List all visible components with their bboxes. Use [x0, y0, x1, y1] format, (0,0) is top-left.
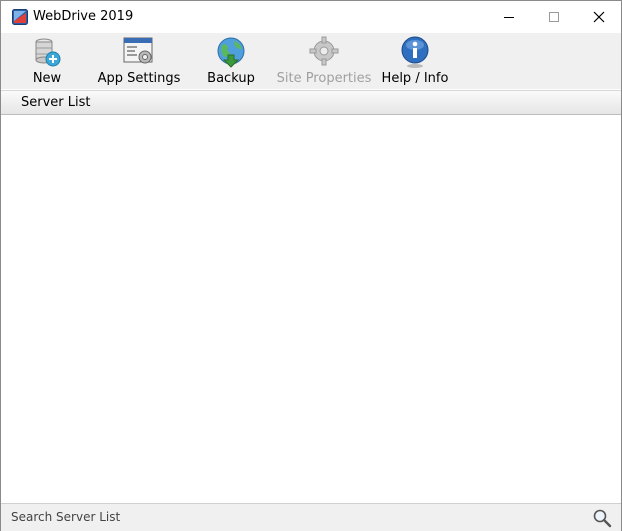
new-button[interactable]: New: [29, 33, 65, 89]
new-label: New: [32, 71, 62, 86]
minimize-icon: [504, 17, 514, 18]
new-server-icon: [35, 38, 61, 67]
server-list-header: Server List: [1, 90, 621, 115]
close-button[interactable]: [576, 1, 622, 33]
toolbar: New App Settings Backup Site Properties …: [1, 33, 621, 89]
help-info-label: Help / Info: [381, 71, 449, 86]
maximize-button[interactable]: [531, 1, 577, 33]
app-settings-label: App Settings: [97, 71, 181, 86]
app-settings-button[interactable]: App Settings: [97, 33, 181, 89]
server-list[interactable]: [1, 115, 621, 503]
app-settings-icon: [123, 37, 153, 64]
help-info-button[interactable]: Help / Info: [381, 33, 449, 89]
site-properties-label: Site Properties: [276, 71, 372, 86]
webdrive-app-icon: [12, 9, 28, 25]
title-bar[interactable]: WebDrive 2019: [1, 1, 621, 33]
backup-label: Backup: [207, 71, 255, 86]
close-icon: [593, 11, 605, 23]
server-list-title: Server List: [21, 95, 91, 110]
help-info-icon: [401, 36, 429, 68]
maximize-icon: [549, 12, 559, 22]
minimize-button[interactable]: [486, 1, 532, 33]
magnifier-icon[interactable]: [592, 508, 612, 528]
search-bar: [1, 503, 621, 531]
backup-button[interactable]: Backup: [207, 33, 255, 89]
backup-globe-icon: [217, 37, 245, 68]
site-properties-gear-icon: [309, 36, 339, 66]
main-window: WebDrive 2019 New App Settings Backup Si…: [0, 0, 622, 531]
window-title: WebDrive 2019: [33, 9, 134, 24]
site-properties-button[interactable]: Site Properties: [276, 33, 372, 89]
search-input[interactable]: [5, 507, 597, 527]
